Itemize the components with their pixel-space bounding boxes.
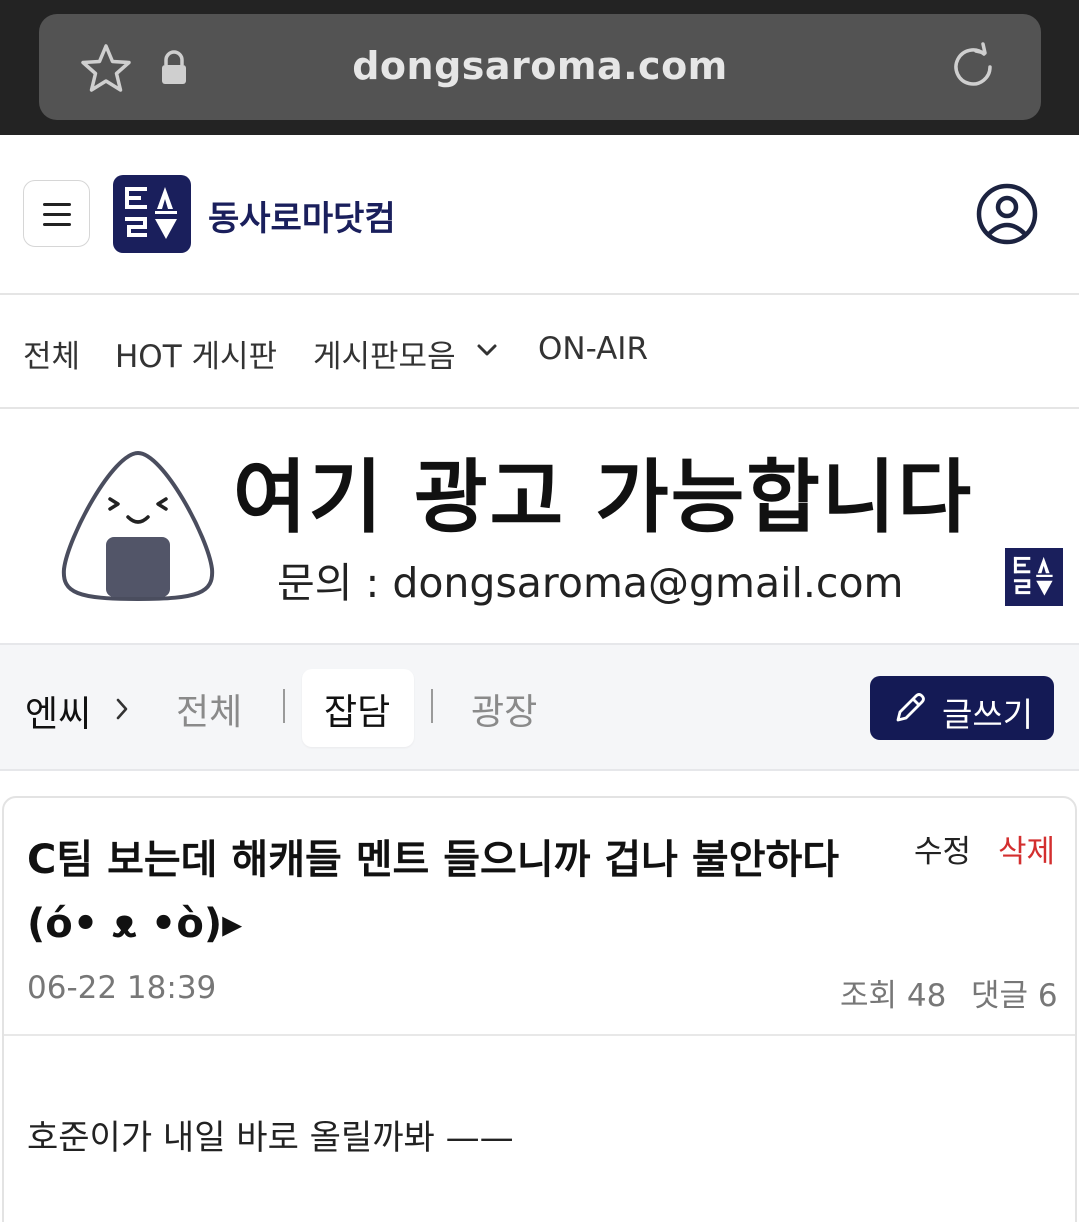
reload-icon[interactable] bbox=[946, 40, 1000, 94]
post-body: 호준이가 내일 바로 올릴까봐 —— bbox=[27, 1118, 514, 1158]
site-header: 동사로마닷컴 bbox=[0, 135, 1079, 295]
post-views: 조회 48 bbox=[840, 978, 947, 1014]
nav-item-on-air[interactable]: ON-AIR bbox=[538, 331, 648, 367]
divider bbox=[4, 1034, 1075, 1036]
tab-plaza[interactable]: 광장 bbox=[471, 683, 537, 735]
profile-icon[interactable] bbox=[975, 182, 1039, 246]
hamburger-menu-icon bbox=[43, 203, 71, 206]
write-button[interactable]: 글쓰기 bbox=[870, 676, 1054, 740]
ad-banner[interactable]: 여기 광고 가능합니다 문의 : dongsaroma@gmail.com bbox=[0, 411, 1079, 621]
post-date: 06-22 18:39 bbox=[27, 970, 217, 1006]
site-name[interactable]: 동사로마닷컴 bbox=[208, 191, 396, 240]
url-text[interactable]: dongsaroma.com bbox=[39, 44, 1041, 88]
address-bar[interactable]: dongsaroma.com bbox=[39, 14, 1041, 120]
tab-separator bbox=[283, 689, 285, 723]
breadcrumb[interactable]: 엔씨 bbox=[25, 685, 91, 737]
nav-item-all[interactable]: 전체 bbox=[23, 331, 80, 376]
ad-headline: 여기 광고 가능합니다 bbox=[233, 451, 974, 544]
delete-button[interactable]: 삭제 bbox=[998, 826, 1055, 871]
tab-all[interactable]: 전체 bbox=[176, 683, 242, 735]
main-nav: 전체 HOT 게시판 게시판모음 ON-AIR bbox=[0, 297, 1079, 409]
ad-contact: 문의 : dongsaroma@gmail.com bbox=[277, 559, 904, 607]
edit-button[interactable]: 수정 bbox=[914, 826, 971, 871]
tab-separator bbox=[431, 689, 433, 723]
write-button-label: 글쓰기 bbox=[942, 695, 1034, 734]
nav-item-hot[interactable]: HOT 게시판 bbox=[115, 331, 277, 376]
menu-button[interactable] bbox=[23, 180, 90, 247]
chevron-right-icon bbox=[116, 698, 128, 720]
post-comments[interactable]: 댓글 6 bbox=[971, 970, 1058, 1015]
ad-logo bbox=[1005, 548, 1063, 606]
chevron-down-icon[interactable] bbox=[476, 343, 498, 357]
tab-chat[interactable]: 잡담 bbox=[324, 683, 390, 735]
nav-item-boards[interactable]: 게시판모음 bbox=[313, 331, 456, 376]
pencil-icon bbox=[896, 693, 925, 722]
browser-chrome: dongsaroma.com bbox=[0, 0, 1079, 135]
site-logo[interactable] bbox=[113, 175, 191, 253]
post-card: C팀 보는데 해캐들 멘트 들으니까 겁나 불안하다 (ό• ᴥ •ò)▸ 수정… bbox=[2, 796, 1077, 1222]
board-bar: 엔씨 전체 잡담 광장 글쓰기 bbox=[0, 643, 1079, 771]
post-title: C팀 보는데 해캐들 멘트 들으니까 겁나 불안하다 (ό• ᴥ •ò)▸ bbox=[27, 837, 840, 947]
mascot-icon bbox=[61, 450, 215, 602]
